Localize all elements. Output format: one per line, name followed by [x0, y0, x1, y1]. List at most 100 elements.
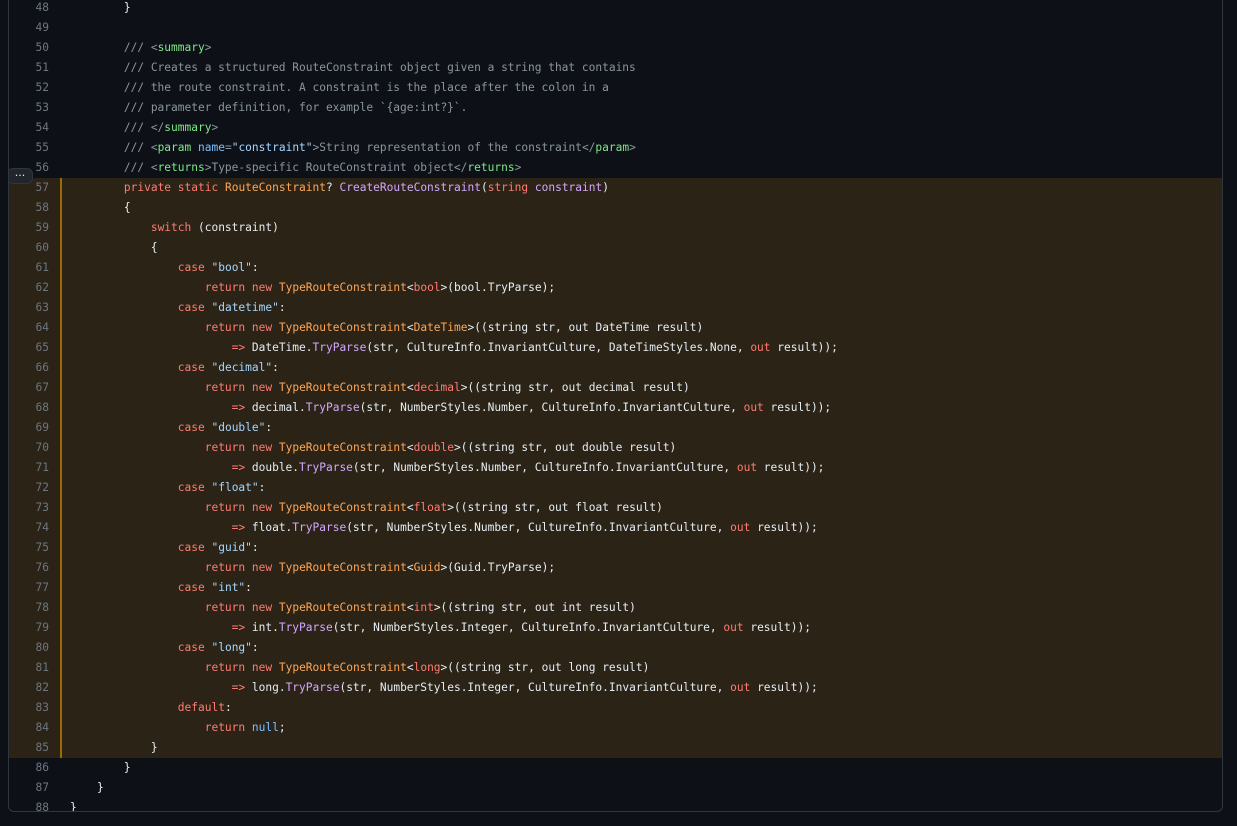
code-line: 84 return null; — [9, 718, 1222, 738]
line-number[interactable]: 66 — [9, 358, 49, 378]
code-token: : — [258, 481, 266, 494]
code-token: return — [204, 321, 246, 334]
code-line: 56 /// <returns>Type-specific RouteConst… — [9, 158, 1222, 178]
code-line: 71 => double.TryParse(str, NumberStyles.… — [9, 458, 1222, 478]
line-number[interactable]: 68 — [9, 398, 49, 418]
code-token: /// < — [70, 141, 158, 154]
line-number[interactable]: 65 — [9, 338, 49, 358]
line-number[interactable]: 82 — [9, 678, 49, 698]
code-line: 75 case "guid": — [9, 538, 1222, 558]
line-number[interactable]: 60 — [9, 238, 49, 258]
code-token: /// the route constraint. A constraint i… — [70, 81, 609, 94]
code-token: /// </ — [70, 121, 165, 134]
line-number[interactable]: 52 — [9, 78, 49, 98]
line-number[interactable]: 54 — [9, 118, 49, 138]
code-token: default — [177, 701, 225, 714]
code-token: new — [251, 601, 273, 614]
line-number[interactable]: 49 — [9, 18, 49, 38]
code-token: = — [224, 141, 232, 154]
line-number[interactable]: 73 — [9, 498, 49, 518]
code-line: 59 switch (constraint) — [9, 218, 1222, 238]
code-text: return new TypeRouteConstraint<float>((s… — [70, 498, 663, 518]
code-token: constraint — [534, 181, 603, 194]
code-token: result)); — [763, 401, 832, 414]
code-text: case "int": — [70, 578, 252, 598]
code-line: 49 — [9, 18, 1222, 38]
code-token: >((string str, out long result) — [440, 661, 650, 674]
code-token: >(bool.TryParse); — [440, 281, 556, 294]
code-line: 77 case "int": — [9, 578, 1222, 598]
line-number[interactable]: 75 — [9, 538, 49, 558]
line-actions-button[interactable]: ··· — [9, 168, 33, 184]
code-text: => DateTime.TryParse(str, CultureInfo.In… — [70, 338, 838, 358]
line-number[interactable]: 51 — [9, 58, 49, 78]
code-token: : — [224, 701, 232, 714]
line-number[interactable]: 53 — [9, 98, 49, 118]
code-text: /// <param name="constraint">String repr… — [70, 138, 636, 158]
line-number[interactable]: 61 — [9, 258, 49, 278]
line-number[interactable]: 62 — [9, 278, 49, 298]
code-token: out — [730, 681, 751, 694]
code-token: "float" — [211, 481, 259, 494]
code-token: result)); — [743, 621, 811, 634]
code-text: => double.TryParse(str, NumberStyles.Num… — [70, 458, 825, 478]
line-number[interactable]: 72 — [9, 478, 49, 498]
line-number[interactable]: 69 — [9, 418, 49, 438]
code-token: => — [231, 461, 246, 474]
line-number[interactable]: 59 — [9, 218, 49, 238]
line-number[interactable]: 88 — [9, 798, 49, 811]
code-text: /// <summary> — [70, 38, 212, 58]
line-number[interactable]: 58 — [9, 198, 49, 218]
line-number[interactable]: 77 — [9, 578, 49, 598]
line-number[interactable]: 67 — [9, 378, 49, 398]
line-number[interactable]: 64 — [9, 318, 49, 338]
line-number[interactable]: 85 — [9, 738, 49, 758]
line-number[interactable]: 78 — [9, 598, 49, 618]
code-text: switch (constraint) — [70, 218, 279, 238]
line-number[interactable]: 76 — [9, 558, 49, 578]
code-token: return — [204, 281, 246, 294]
code-text: { — [70, 198, 131, 218]
line-number[interactable]: 48 — [9, 0, 49, 18]
line-number[interactable]: 80 — [9, 638, 49, 658]
line-number[interactable]: 74 — [9, 518, 49, 538]
code-token: param — [157, 141, 192, 154]
line-number[interactable]: 86 — [9, 758, 49, 778]
line-number[interactable]: 55 — [9, 138, 49, 158]
line-number[interactable]: 63 — [9, 298, 49, 318]
line-number[interactable]: 87 — [9, 778, 49, 798]
line-number[interactable]: 70 — [9, 438, 49, 458]
code-token: TryParse — [292, 521, 347, 534]
line-number[interactable]: 84 — [9, 718, 49, 738]
line-number[interactable]: 50 — [9, 38, 49, 58]
line-number[interactable]: 83 — [9, 698, 49, 718]
line-number[interactable]: 81 — [9, 658, 49, 678]
code-text: return new TypeRouteConstraint<int>((str… — [70, 598, 636, 618]
code-token: new — [251, 501, 273, 514]
code-token: result)); — [750, 521, 818, 534]
line-number[interactable]: 79 — [9, 618, 49, 638]
code-token: >((string str, out double result) — [454, 441, 677, 454]
code-token: case — [177, 421, 205, 434]
code-token: new — [251, 381, 273, 394]
code-token: >((string str, out int result) — [433, 601, 636, 614]
code-token: "guid" — [211, 541, 252, 554]
line-number[interactable]: 71 — [9, 458, 49, 478]
